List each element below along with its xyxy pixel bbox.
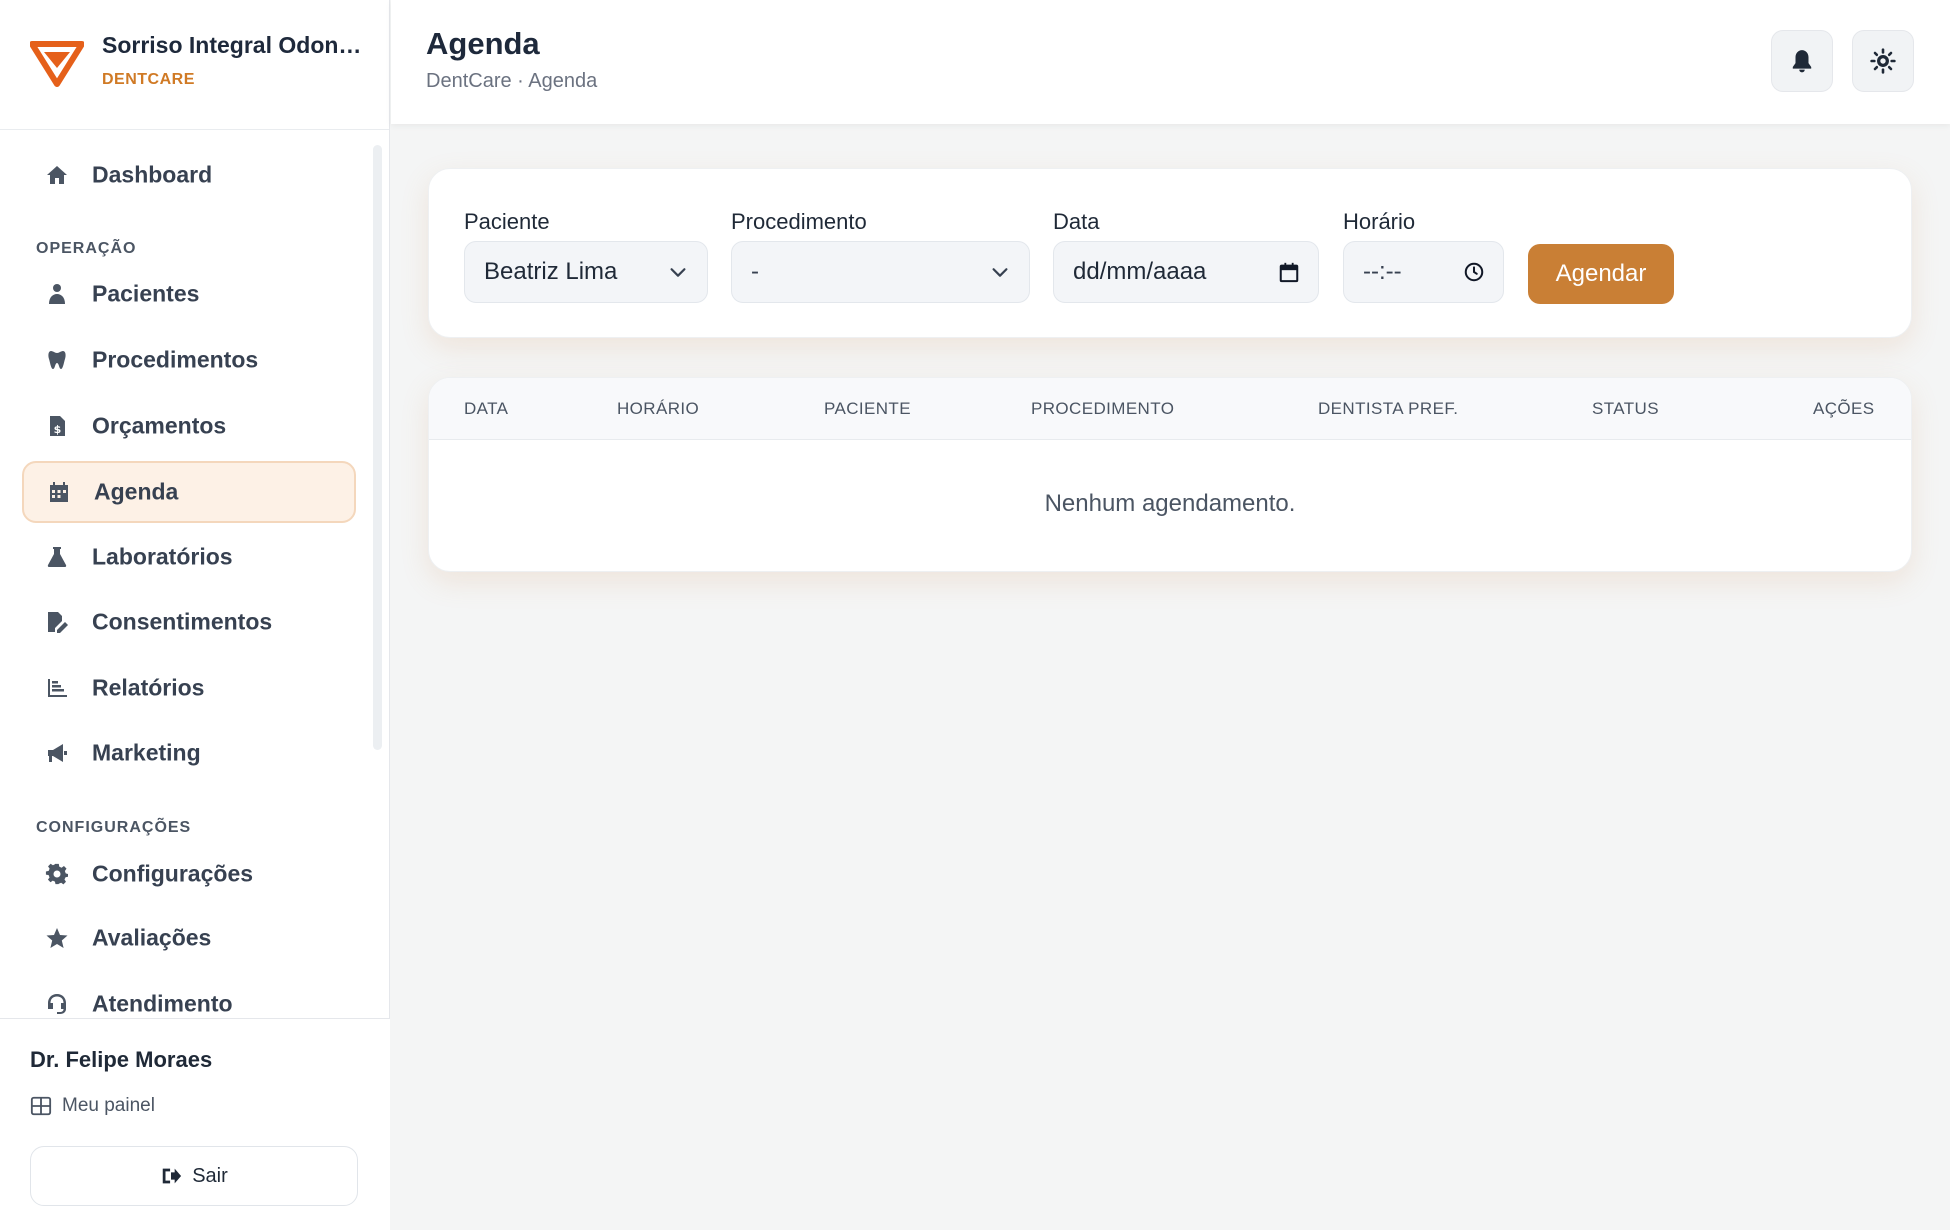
logout-icon <box>162 1168 182 1184</box>
chart-icon <box>44 675 70 701</box>
sidebar-item-dashboard[interactable]: Dashboard <box>22 144 356 206</box>
time-input-placeholder: --:-- <box>1363 258 1402 285</box>
clock-icon[interactable] <box>1463 261 1485 283</box>
sidebar-item-label: Orçamentos <box>92 412 227 439</box>
gear-icon <box>44 861 70 887</box>
sidebar-nav: Dashboard OPERAÇÃO Pacientes Procediment… <box>0 130 390 1018</box>
my-panel-link[interactable]: Meu painel <box>30 1095 155 1117</box>
date-input[interactable]: dd/mm/aaaa <box>1053 241 1319 303</box>
top-header: Agenda DentCare · Agenda <box>391 0 1950 124</box>
sidebar-item-avaliacoes[interactable]: Avaliações <box>22 907 356 969</box>
patient-icon <box>44 281 70 307</box>
sidebar-item-label: Configurações <box>92 860 254 887</box>
my-panel-label: Meu painel <box>62 1095 155 1116</box>
logout-label: Sair <box>192 1164 228 1187</box>
procedure-select-value: - <box>751 258 759 285</box>
column-header-dentista: DENTISTA PREF. <box>1318 398 1459 418</box>
column-header-status: STATUS <box>1592 398 1659 418</box>
user-area: Dr. Felipe Moraes Meu painel Sair <box>0 1018 390 1230</box>
bell-icon <box>1792 50 1812 73</box>
appointments-table: DATA HORÁRIO PACIENTE PROCEDIMENTO DENTI… <box>428 377 1912 572</box>
notifications-button[interactable] <box>1771 30 1833 92</box>
megaphone-icon <box>44 740 70 766</box>
tooth-icon <box>44 347 70 373</box>
home-icon <box>44 162 70 188</box>
section-heading-configuracoes: CONFIGURAÇÕES <box>36 819 192 836</box>
column-header-horario: HORÁRIO <box>617 398 700 418</box>
chevron-down-icon <box>667 261 689 283</box>
sidebar-item-pacientes[interactable]: Pacientes <box>22 263 356 325</box>
sun-icon <box>1870 48 1896 74</box>
headset-icon <box>44 991 70 1017</box>
svg-text:$: $ <box>54 423 62 436</box>
appointment-form: Paciente Beatriz Lima Procedimento - Dat… <box>428 168 1912 338</box>
signature-file-icon <box>44 609 70 635</box>
page-title: Agenda <box>426 26 540 61</box>
procedure-select[interactable]: - <box>731 241 1030 303</box>
invoice-dollar-icon: $ <box>44 413 70 439</box>
grid-icon <box>30 1096 52 1116</box>
time-label: Horário <box>1343 209 1416 234</box>
table-header: DATA HORÁRIO PACIENTE PROCEDIMENTO DENTI… <box>429 378 1911 440</box>
flask-icon <box>44 544 70 570</box>
user-name: Dr. Felipe Moraes <box>30 1047 213 1072</box>
sidebar-item-label: Dashboard <box>92 161 213 188</box>
schedule-button[interactable]: Agendar <box>1528 244 1674 304</box>
section-heading-operacao: OPERAÇÃO <box>36 240 137 257</box>
sidebar-item-label: Relatórios <box>92 674 205 701</box>
sidebar-item-label: Agenda <box>94 478 179 505</box>
brand-logo-icon <box>30 41 84 87</box>
procedure-label: Procedimento <box>731 209 867 234</box>
sidebar-item-relatorios[interactable]: Relatórios <box>22 657 356 719</box>
sidebar-item-label: Consentimentos <box>92 608 273 635</box>
sidebar-item-orcamentos[interactable]: $ Orçamentos <box>22 395 356 457</box>
column-header-paciente: PACIENTE <box>824 398 911 418</box>
chevron-down-icon <box>989 261 1011 283</box>
sidebar-item-marketing[interactable]: Marketing <box>22 722 356 784</box>
column-header-data: DATA <box>464 398 509 418</box>
theme-toggle-button[interactable] <box>1852 30 1914 92</box>
column-header-acoes: AÇÕES <box>1813 398 1875 418</box>
sidebar-item-label: Procedimentos <box>92 346 259 373</box>
sidebar-item-configuracoes[interactable]: Configurações <box>22 843 356 905</box>
logout-button[interactable]: Sair <box>30 1146 358 1206</box>
brand-header: Sorriso Integral Odonto... DENTCARE <box>0 0 389 130</box>
star-icon <box>44 925 70 951</box>
calendar-picker-icon[interactable] <box>1278 261 1300 283</box>
sidebar-item-label: Atendimento <box>92 990 233 1017</box>
sidebar-item-label: Pacientes <box>92 280 200 307</box>
clinic-name: Sorriso Integral Odonto... <box>102 32 367 58</box>
sidebar-item-label: Laboratórios <box>92 543 233 570</box>
empty-state-message: Nenhum agendamento. <box>1044 490 1296 517</box>
sidebar-item-agenda[interactable]: Agenda <box>22 461 356 523</box>
sidebar-item-label: Marketing <box>92 739 201 766</box>
brand-subtitle: DENTCARE <box>102 71 195 88</box>
date-input-placeholder: dd/mm/aaaa <box>1073 258 1207 285</box>
patient-label: Paciente <box>464 209 550 234</box>
calendar-icon <box>46 479 72 505</box>
sidebar-scrollbar[interactable] <box>373 145 382 750</box>
sidebar-item-laboratorios[interactable]: Laboratórios <box>22 526 356 588</box>
patient-select-value: Beatriz Lima <box>484 258 618 285</box>
sidebar-item-label: Avaliações <box>92 924 212 951</box>
sidebar-item-consentimentos[interactable]: Consentimentos <box>22 591 356 653</box>
sidebar-item-procedimentos[interactable]: Procedimentos <box>22 329 356 391</box>
date-label: Data <box>1053 209 1100 234</box>
breadcrumb: DentCare · Agenda <box>426 70 598 92</box>
column-header-procedimento: PROCEDIMENTO <box>1031 398 1175 418</box>
time-input[interactable]: --:-- <box>1343 241 1504 303</box>
sidebar-item-atendimento[interactable]: Atendimento <box>22 973 356 1018</box>
sidebar: Sorriso Integral Odonto... DENTCARE Dash… <box>0 0 390 1230</box>
patient-select[interactable]: Beatriz Lima <box>464 241 708 303</box>
